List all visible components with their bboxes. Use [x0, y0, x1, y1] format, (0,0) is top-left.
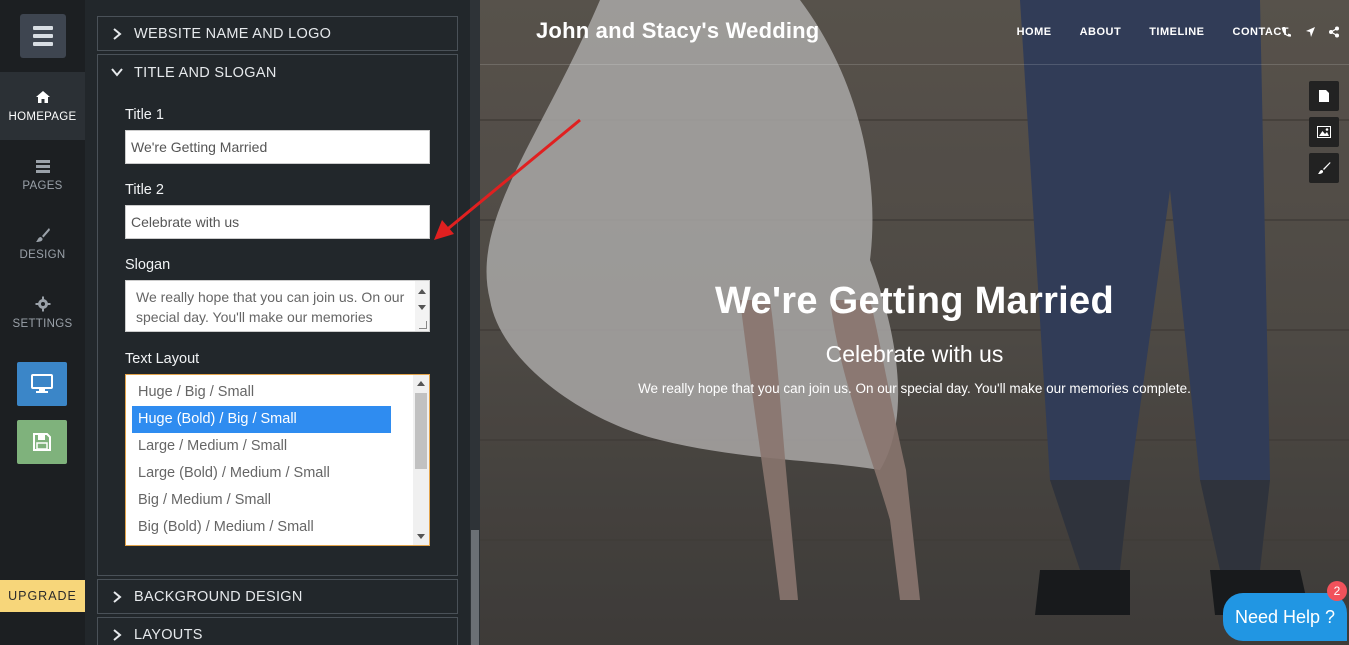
panel-scrollbar[interactable]	[470, 0, 480, 645]
brush-icon	[35, 228, 50, 242]
layout-option[interactable]: Big / Medium / Small	[132, 487, 391, 514]
chevron-right-icon	[113, 628, 122, 641]
slogan-text: We really hope that you can join us. On …	[136, 289, 405, 331]
nav-home[interactable]: HOME	[1017, 26, 1052, 38]
slogan-textarea[interactable]: We really hope that you can join us. On …	[125, 280, 430, 332]
monitor-icon	[31, 374, 53, 393]
help-notification-badge: 2	[1327, 581, 1347, 601]
hamburger-menu-button[interactable]	[20, 14, 66, 58]
brush-tool-button[interactable]	[1309, 153, 1339, 183]
section-background-design[interactable]: BACKGROUND DESIGN	[97, 579, 458, 614]
rail-item-label: DESIGN	[19, 249, 66, 261]
section-label: LAYOUTS	[134, 626, 203, 643]
scrollbar-thumb[interactable]	[471, 530, 479, 645]
title1-input[interactable]	[125, 130, 430, 164]
resize-grip[interactable]	[419, 321, 427, 329]
home-icon	[35, 91, 50, 103]
website-preview: John and Stacy's Wedding HOME ABOUT TIME…	[480, 0, 1349, 645]
icon-rail: HOMEPAGE PAGES DESIGN SETTINGS UPGRADE	[0, 0, 85, 645]
rail-item-design[interactable]: DESIGN	[0, 210, 85, 278]
share-icon[interactable]	[1329, 26, 1339, 38]
section-label: TITLE AND SLOGAN	[134, 65, 277, 81]
rail-item-label: HOMEPAGE	[8, 111, 77, 123]
section-label: BACKGROUND DESIGN	[134, 588, 303, 605]
rail-item-settings[interactable]: SETTINGS	[0, 279, 85, 347]
nav-icon-group	[1281, 26, 1339, 38]
rail-item-homepage[interactable]: HOMEPAGE	[0, 72, 85, 140]
chevron-right-icon	[113, 27, 122, 40]
gear-icon	[35, 296, 50, 312]
phone-icon[interactable]	[1281, 26, 1291, 38]
layout-option-selected[interactable]: Huge (Bold) / Big / Small	[132, 406, 391, 433]
nav-timeline[interactable]: TIMELINE	[1149, 26, 1204, 38]
section-layouts[interactable]: LAYOUTS	[97, 617, 458, 645]
title2-label: Title 2	[125, 182, 164, 198]
page-icon	[1319, 90, 1329, 102]
image-icon	[1317, 126, 1331, 138]
save-button[interactable]	[17, 420, 67, 464]
layout-option[interactable]: Large (Bold) / Medium / Small	[132, 460, 391, 487]
slogan-label: Slogan	[125, 257, 171, 273]
layout-option[interactable]: Huge / Big / Small	[132, 379, 391, 406]
floppy-disk-icon	[33, 433, 51, 451]
hero-slogan[interactable]: We really hope that you can join us. On …	[480, 381, 1349, 396]
section-website-name-logo[interactable]: WEBSITE NAME AND LOGO	[97, 16, 458, 51]
location-icon[interactable]	[1305, 26, 1315, 38]
upgrade-button[interactable]: UPGRADE	[0, 580, 85, 612]
brush-icon	[1318, 162, 1331, 174]
need-help-button[interactable]: Need Help ?	[1223, 593, 1347, 641]
section-label: WEBSITE NAME AND LOGO	[134, 25, 332, 42]
site-nav: HOME ABOUT TIMELINE CONTACT	[1017, 26, 1289, 38]
title2-input[interactable]	[125, 205, 430, 239]
listbox-scrollbar[interactable]	[413, 375, 429, 545]
rail-item-label: PAGES	[22, 180, 63, 192]
pages-icon	[35, 160, 50, 173]
settings-panel: WEBSITE NAME AND LOGO TITLE AND SLOGAN T…	[85, 0, 470, 645]
layout-option[interactable]: Big (Bold) / Medium / Small	[132, 514, 391, 541]
nav-about[interactable]: ABOUT	[1080, 26, 1122, 38]
text-layout-label: Text Layout	[125, 351, 200, 367]
chevron-down-icon	[111, 68, 123, 77]
desktop-preview-button[interactable]	[17, 362, 67, 406]
layout-option[interactable]: Large / Medium / Small	[132, 433, 391, 460]
image-tool-button[interactable]	[1309, 117, 1339, 147]
rail-item-label: SETTINGS	[12, 318, 73, 330]
hero-subtitle[interactable]: Celebrate with us	[480, 341, 1349, 368]
chevron-right-icon	[113, 590, 122, 603]
text-layout-listbox[interactable]: Huge / Big / Small Huge (Bold) / Big / S…	[125, 374, 430, 546]
hero-title[interactable]: We're Getting Married	[480, 280, 1349, 323]
title1-label: Title 1	[125, 107, 164, 123]
rail-item-pages[interactable]: PAGES	[0, 141, 85, 209]
page-tool-button[interactable]	[1309, 81, 1339, 111]
header-divider	[480, 64, 1349, 65]
site-title[interactable]: John and Stacy's Wedding	[536, 18, 819, 44]
